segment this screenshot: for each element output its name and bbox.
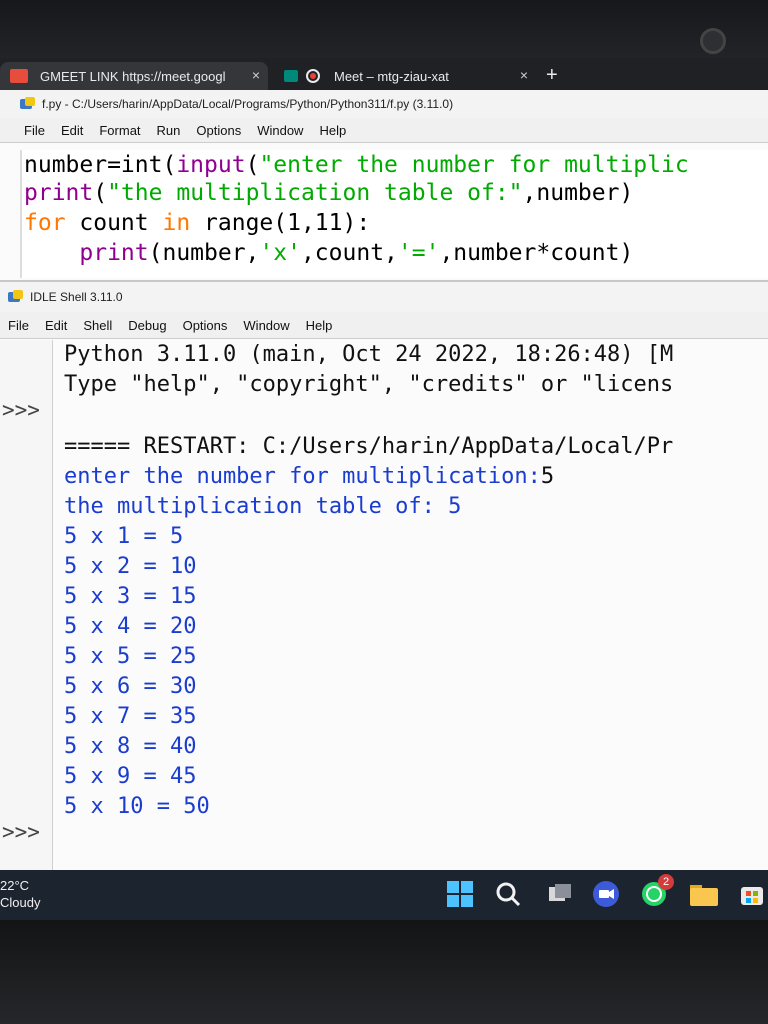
- code-token-keyword: in: [162, 210, 191, 236]
- menu-options[interactable]: Options: [175, 318, 236, 333]
- close-tab-icon[interactable]: ×: [252, 67, 260, 83]
- shell-title: IDLE Shell 3.11.0: [30, 290, 123, 304]
- task-view-icon[interactable]: [546, 880, 574, 908]
- meet-tab-icon: [284, 70, 298, 82]
- menu-help[interactable]: Help: [311, 123, 354, 138]
- menu-shell[interactable]: Shell: [75, 318, 120, 333]
- output-row: 5 x 3 = 15: [64, 584, 197, 609]
- meet-icon[interactable]: [592, 880, 620, 908]
- laptop-bezel-top: [0, 0, 768, 60]
- restart-line: ===== RESTART: C:/Users/harin/AppData/Lo…: [64, 434, 674, 459]
- code-line-1: number=int(input("enter the number for m…: [24, 152, 689, 178]
- input-prompt-text: enter the number for multiplication:: [64, 464, 541, 489]
- menu-run[interactable]: Run: [149, 123, 189, 138]
- code-token: ,number*count): [439, 240, 634, 266]
- python-idle-icon: [8, 290, 24, 304]
- weather-widget[interactable]: 22°C Cloudy: [0, 877, 40, 911]
- weather-condition: Cloudy: [0, 895, 41, 910]
- code-line-2: print("the multiplication table of:",num…: [24, 180, 633, 206]
- editor-title: f.py - C:/Users/harin/AppData/Local/Prog…: [42, 97, 454, 111]
- code-token-string: "the multiplication table of:": [107, 180, 523, 206]
- table-header: the multiplication table of: 5: [64, 494, 462, 519]
- code-token-string: 'x': [259, 240, 301, 266]
- code-token-builtin: print: [24, 240, 149, 266]
- python-idle-icon: [20, 97, 36, 111]
- output-row: 5 x 4 = 20: [64, 614, 197, 639]
- input-value: 5: [540, 464, 555, 489]
- browser-tab-gmeet-link[interactable]: GMEET LINK https://meet.googl ×: [0, 62, 268, 90]
- code-token-builtin: print: [24, 180, 94, 206]
- editor-title-bar: f.py - C:/Users/harin/AppData/Local/Prog…: [0, 90, 768, 118]
- idle-shell-window: IDLE Shell 3.11.0 File Edit Shell Debug …: [0, 280, 768, 872]
- input-line: enter the number for multiplication:5: [64, 464, 554, 489]
- browser-tab-meet[interactable]: Meet – mtg-ziau-xat ×: [276, 62, 536, 90]
- code-token: ,count,: [300, 240, 398, 266]
- laptop-bezel-bottom: [0, 920, 768, 1024]
- menu-help[interactable]: Help: [298, 318, 341, 333]
- code-editor-area[interactable]: number=int(input("enter the number for m…: [20, 150, 768, 278]
- output-row: 5 x 10 = 50: [64, 794, 210, 819]
- idle-editor-window: f.py - C:/Users/harin/AppData/Local/Prog…: [0, 90, 768, 280]
- browser-tab-strip: GMEET LINK https://meet.googl × Meet – m…: [0, 58, 768, 90]
- banner-line: Python 3.11.0 (main, Oct 24 2022, 18:26:…: [64, 342, 674, 367]
- code-line-4: print(number,'x',count,'=',number*count): [24, 240, 633, 266]
- editor-menu-bar: File Edit Format Run Options Window Help: [0, 118, 768, 143]
- tab-label: Meet – mtg-ziau-xat: [334, 68, 449, 84]
- file-explorer-icon[interactable]: [690, 880, 718, 908]
- menu-format[interactable]: Format: [91, 123, 148, 138]
- menu-file[interactable]: File: [16, 123, 53, 138]
- code-token: count: [65, 210, 163, 236]
- code-token-string: "enter the number for multiplic: [259, 152, 689, 178]
- store-icon[interactable]: [738, 880, 766, 908]
- code-token: (number,: [148, 240, 260, 266]
- screen: GMEET LINK https://meet.googl × Meet – m…: [0, 58, 768, 920]
- output-row: 5 x 6 = 30: [64, 674, 197, 699]
- tab-label: GMEET LINK https://meet.googl: [40, 68, 226, 84]
- slides-tab-icon: [10, 69, 28, 83]
- windows-start-icon[interactable]: [446, 880, 474, 908]
- output-row: 5 x 5 = 25: [64, 644, 197, 669]
- menu-window[interactable]: Window: [235, 318, 297, 333]
- code-token: (: [93, 180, 108, 206]
- output-row: 5 x 7 = 35: [64, 704, 197, 729]
- code-token: (: [245, 152, 260, 178]
- code-token-builtin: input: [176, 152, 246, 178]
- windows-taskbar: 22°C Cloudy 2: [0, 870, 768, 920]
- banner-line: Type "help", "copyright", "credits" or "…: [64, 372, 674, 397]
- code-token: range(1,11):: [190, 210, 371, 236]
- menu-debug[interactable]: Debug: [120, 318, 174, 333]
- shell-prompt: >>>: [2, 398, 40, 422]
- shell-title-bar: IDLE Shell 3.11.0: [0, 282, 768, 312]
- code-line-3: for count in range(1,11):: [24, 210, 370, 236]
- menu-file[interactable]: File: [0, 318, 37, 333]
- menu-options[interactable]: Options: [188, 123, 249, 138]
- menu-edit[interactable]: Edit: [53, 123, 91, 138]
- menu-window[interactable]: Window: [249, 123, 311, 138]
- output-row: 5 x 2 = 10: [64, 554, 197, 579]
- code-token-string: '=': [397, 240, 440, 266]
- code-token-keyword: for: [24, 210, 66, 236]
- output-row: 5 x 1 = 5: [64, 524, 184, 549]
- code-token: ,number): [522, 180, 634, 206]
- shell-prompt: >>>: [2, 820, 40, 844]
- code-token: number=int(: [24, 152, 177, 178]
- menu-edit[interactable]: Edit: [37, 318, 75, 333]
- output-row: 5 x 9 = 45: [64, 764, 197, 789]
- shell-prompt-gutter: >>> >>>: [0, 340, 53, 872]
- notification-badge: 2: [658, 874, 674, 890]
- output-row: 5 x 8 = 40: [64, 734, 197, 759]
- webcam-icon: [700, 28, 726, 54]
- weather-temperature: 22°C: [0, 878, 30, 893]
- new-tab-button[interactable]: +: [546, 64, 558, 87]
- search-icon[interactable]: [494, 880, 522, 908]
- close-tab-icon[interactable]: ×: [520, 67, 528, 83]
- recording-icon: [306, 69, 320, 83]
- shell-menu-bar: File Edit Shell Debug Options Window Hel…: [0, 312, 768, 339]
